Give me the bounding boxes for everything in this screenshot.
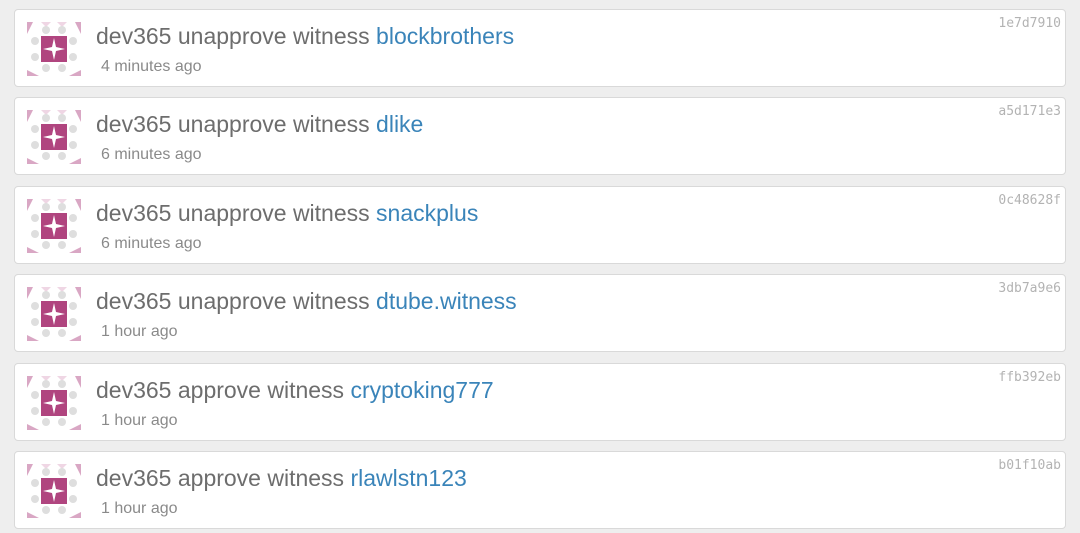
witness-link[interactable]: dtube.witness — [376, 288, 517, 314]
transaction-id-link[interactable]: 1e7d7910 — [998, 16, 1061, 31]
relative-timestamp: 6 minutes ago — [101, 146, 202, 163]
relative-timestamp: 1 hour ago — [101, 323, 178, 340]
operation-type: unapprove witness — [177, 200, 370, 226]
relative-timestamp: 1 hour ago — [101, 412, 178, 429]
activity-description: dev365 unapprove witness dlike — [96, 110, 423, 138]
identicon-avatar[interactable] — [26, 463, 82, 519]
operation-type: unapprove witness — [177, 288, 370, 314]
transaction-id-link[interactable]: 3db7a9e6 — [998, 281, 1061, 296]
activity-item: dev365 unapprove witness snackplus 6 min… — [14, 186, 1066, 264]
transaction-id-link[interactable]: ffb392eb — [998, 370, 1061, 385]
activity-description: dev365 approve witness rlawlstn123 — [96, 464, 467, 492]
activity-description: dev365 approve witness cryptoking777 — [96, 376, 494, 404]
identicon-avatar[interactable] — [26, 21, 82, 77]
relative-timestamp: 6 minutes ago — [101, 235, 202, 252]
activity-feed: dev365 unapprove witness blockbrothers 4… — [0, 0, 1080, 533]
transaction-id-link[interactable]: 0c48628f — [998, 193, 1061, 208]
operation-type: unapprove witness — [177, 23, 370, 49]
activity-item: dev365 approve witness rlawlstn123 1 hou… — [14, 451, 1066, 529]
relative-timestamp: 1 hour ago — [101, 500, 178, 517]
witness-link[interactable]: blockbrothers — [376, 23, 514, 49]
witness-link[interactable]: dlike — [376, 111, 423, 137]
account-name[interactable]: dev365 — [96, 465, 171, 491]
activity-description: dev365 unapprove witness snackplus — [96, 199, 478, 227]
witness-link[interactable]: cryptoking777 — [350, 377, 493, 403]
operation-type: approve witness — [177, 377, 345, 403]
transaction-id-link[interactable]: b01f10ab — [998, 458, 1061, 473]
relative-timestamp: 4 minutes ago — [101, 58, 202, 75]
account-name[interactable]: dev365 — [96, 200, 171, 226]
account-name[interactable]: dev365 — [96, 111, 171, 137]
operation-type: unapprove witness — [177, 111, 370, 137]
transaction-id-link[interactable]: a5d171e3 — [998, 104, 1061, 119]
identicon-avatar[interactable] — [26, 198, 82, 254]
witness-link[interactable]: rlawlstn123 — [350, 465, 466, 491]
identicon-avatar[interactable] — [26, 286, 82, 342]
activity-item: dev365 unapprove witness blockbrothers 4… — [14, 9, 1066, 87]
activity-item: dev365 approve witness cryptoking777 1 h… — [14, 363, 1066, 441]
activity-item: dev365 unapprove witness dtube.witness 1… — [14, 274, 1066, 352]
activity-item: dev365 unapprove witness dlike 6 minutes… — [14, 97, 1066, 175]
account-name[interactable]: dev365 — [96, 288, 171, 314]
account-name[interactable]: dev365 — [96, 23, 171, 49]
witness-link[interactable]: snackplus — [376, 200, 478, 226]
operation-type: approve witness — [177, 465, 345, 491]
identicon-avatar[interactable] — [26, 375, 82, 431]
activity-description: dev365 unapprove witness dtube.witness — [96, 287, 517, 315]
identicon-avatar[interactable] — [26, 109, 82, 165]
account-name[interactable]: dev365 — [96, 377, 171, 403]
activity-description: dev365 unapprove witness blockbrothers — [96, 22, 514, 50]
